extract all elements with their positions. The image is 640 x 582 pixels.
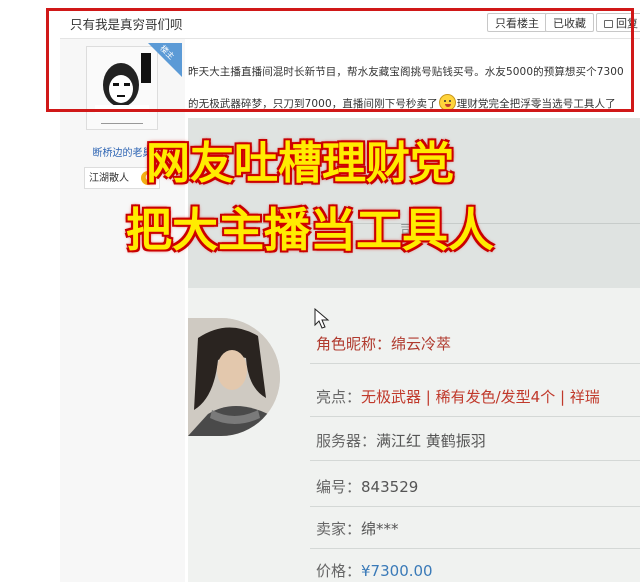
seller-value: 绵*** <box>361 520 399 538</box>
id-value: 843529 <box>361 478 419 496</box>
seller-label: 卖家： <box>316 520 362 538</box>
price-value: ¥7300.00 <box>361 562 433 580</box>
op-badge: 楼主 <box>148 43 182 77</box>
only-op-button[interactable]: 只看楼主 <box>487 13 547 32</box>
post-text-line-2: 的无极武器碎梦，只刀到7000，直播间刚下号秒卖了 理财党完全把浮零当选号工具人了 <box>188 94 616 111</box>
favorited-button[interactable]: 已收藏 <box>545 13 594 32</box>
highlight-value: 无极武器 | 稀有发色/发型4个 | 祥瑞 <box>361 388 600 406</box>
server-value: 满江红 黄鹤振羽 <box>376 432 486 450</box>
highlight-label: 亮点： <box>316 388 362 406</box>
row-divider <box>310 548 640 549</box>
row-divider <box>310 506 640 507</box>
avatar-image <box>87 47 157 129</box>
character-label: 角色昵称： <box>316 335 392 353</box>
post-text-part-1: 的无极武器碎梦，只刀到7000，直播间刚下号秒卖了 <box>188 98 438 110</box>
overlay-caption-line-1: 网友吐槽理财党 <box>146 138 454 189</box>
highlight-row: 亮点：无极武器 | 稀有发色/发型4个 | 祥瑞 <box>316 386 600 407</box>
character-name: 绵云冷萃 <box>391 335 452 353</box>
server-label: 服务器： <box>316 432 377 450</box>
id-label: 编号： <box>316 478 362 496</box>
surprised-emoji-icon <box>438 94 456 111</box>
comment-icon <box>604 20 613 28</box>
server-row: 服务器：满江红 黄鹤振羽 <box>316 430 486 451</box>
row-divider <box>310 363 640 364</box>
reply-button-label: 回复 <box>616 17 638 30</box>
seller-row: 卖家：绵*** <box>316 518 399 539</box>
price-label: 价格： <box>316 562 362 580</box>
thread-title: 只有我是真穷哥们呗 <box>70 17 183 32</box>
character-name-row: 角色昵称：绵云冷萃 <box>316 333 451 354</box>
overlay-caption-line-2: 把大主播当工具人 <box>126 203 494 257</box>
row-divider <box>310 460 640 461</box>
price-row: 价格：¥7300.00 <box>316 560 433 581</box>
id-row: 编号：843529 <box>316 476 418 497</box>
post-text-line-1: 昨天大主播直播间混时长新节目，帮水友藏宝阁挑号贴钱买号。水友5000的预算想买个… <box>188 66 624 78</box>
row-divider <box>310 416 640 417</box>
reply-button[interactable]: 回复 <box>596 13 640 32</box>
post-text-part-2: 理财党完全把浮零当选号工具人了 <box>456 98 616 110</box>
mouse-cursor-icon <box>314 308 330 329</box>
